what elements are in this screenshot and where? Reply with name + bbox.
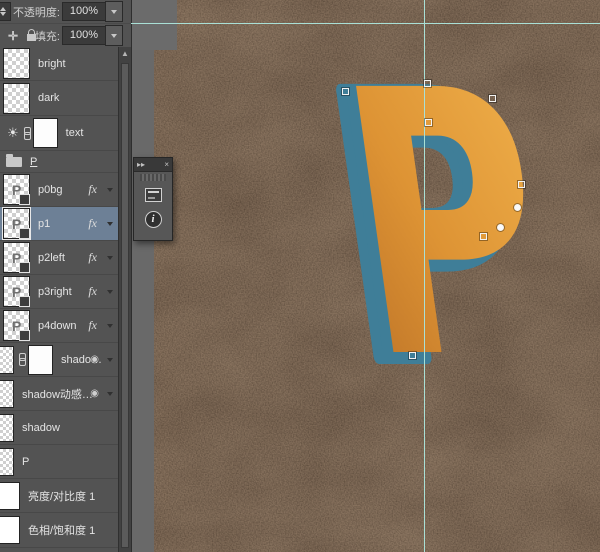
layer-row-P-layer[interactable]: P: [0, 445, 119, 479]
dock-header: ▸▸ ×: [134, 158, 172, 172]
layer-row-bright[interactable]: bright: [0, 47, 119, 81]
anchor-point[interactable]: [489, 95, 496, 102]
floating-panel-dock: ▸▸ × i: [133, 157, 173, 241]
anchor-point[interactable]: [514, 204, 521, 211]
smart-object-badge-icon: [19, 296, 30, 307]
layers-scrollbar[interactable]: ▲: [118, 47, 131, 552]
mask-link-icon[interactable]: [18, 353, 25, 366]
folder-icon: [6, 157, 22, 167]
effects-collapse-icon[interactable]: [107, 324, 113, 331]
clone-source-panel-button[interactable]: [140, 184, 166, 206]
smart-object-thumbnail[interactable]: P: [3, 276, 30, 307]
anchor-point[interactable]: [424, 80, 431, 87]
effects-collapse-icon[interactable]: [107, 290, 113, 297]
layer-row-p2left[interactable]: P p2left fx: [0, 241, 119, 275]
smart-filter-icon[interactable]: ◉: [90, 388, 99, 399]
layer-row-shadow-motion[interactable]: shadow动感… ◉: [0, 377, 119, 411]
layer-effects-label[interactable]: fx: [88, 182, 97, 197]
layer-effects-label[interactable]: fx: [88, 284, 97, 299]
smart-object-badge-icon: [19, 228, 30, 239]
fill-dropdown-button[interactable]: [105, 25, 123, 46]
layer-mask-thumbnail[interactable]: [33, 118, 58, 148]
smart-filter-icon[interactable]: ◉: [90, 354, 99, 365]
layer-thumbnail-clipped[interactable]: [0, 414, 14, 442]
smart-object-thumbnail[interactable]: P: [3, 310, 30, 341]
layer-group-row-P[interactable]: P: [0, 151, 119, 173]
layers-panel: 不透明度: 100% ✛ 填充: 100% bright dark ☀: [0, 0, 131, 552]
opacity-row: 不透明度: 100%: [0, 0, 131, 24]
adjustment-icon: ☀: [7, 125, 19, 141]
layer-thumbnail[interactable]: [3, 83, 30, 114]
layer-effects-label[interactable]: fx: [88, 216, 97, 231]
expand-panels-icon[interactable]: ▸▸: [137, 161, 145, 169]
clone-source-panel-icon: [145, 188, 162, 202]
layer-mask-thumbnail[interactable]: [28, 345, 53, 375]
scrollbar-thumb[interactable]: [121, 63, 129, 548]
adjustment-layer-thumbnail[interactable]: [0, 516, 20, 544]
layer-row-p3right[interactable]: P p3right fx: [0, 275, 119, 309]
layer-row-shadow[interactable]: shadow: [0, 411, 119, 445]
opacity-value[interactable]: 100%: [62, 2, 106, 21]
anchor-point[interactable]: [409, 352, 416, 359]
anchor-point[interactable]: [497, 224, 504, 231]
opacity-label: 不透明度:: [4, 4, 60, 20]
layer-effects-label[interactable]: fx: [88, 318, 97, 333]
anchor-point[interactable]: [425, 119, 432, 126]
smart-object-thumbnail[interactable]: P: [3, 174, 30, 205]
document-canvas[interactable]: P P: [131, 0, 600, 552]
layer-row-p0bg[interactable]: P p0bg fx: [0, 173, 119, 207]
layer-row-text[interactable]: ☀ text: [0, 116, 119, 151]
info-panel-button[interactable]: i: [140, 208, 166, 230]
effects-collapse-icon[interactable]: [107, 392, 113, 399]
layer-row-p1-selected[interactable]: P p1 fx: [0, 207, 119, 241]
smart-object-badge-icon: [19, 194, 30, 205]
effects-collapse-icon[interactable]: [107, 188, 113, 195]
layer-row-dark[interactable]: dark: [0, 81, 119, 116]
anchor-point[interactable]: [342, 88, 349, 95]
opacity-dropdown-button[interactable]: [105, 1, 123, 22]
smart-object-badge-icon: [19, 330, 30, 341]
collapsed-dock-column: [131, 0, 154, 552]
smart-object-thumbnail[interactable]: P: [3, 208, 30, 239]
layer-row-shadow-truncated[interactable]: shado… ◉: [0, 343, 119, 377]
layers-list: bright dark ☀ text P P p0: [0, 47, 119, 552]
adjustment-layer-thumbnail[interactable]: [0, 482, 20, 510]
layer-thumbnail-clipped[interactable]: [0, 346, 14, 374]
scroll-up-icon[interactable]: ▲: [119, 47, 131, 60]
horizontal-guide[interactable]: [131, 23, 600, 24]
effects-collapse-icon[interactable]: [107, 358, 113, 365]
anchor-point[interactable]: [480, 233, 487, 240]
collapsed-dock-column-top: [131, 0, 177, 50]
effects-collapse-icon[interactable]: [107, 256, 113, 263]
close-icon[interactable]: ×: [164, 161, 169, 169]
layer-thumbnail[interactable]: [3, 48, 30, 79]
fill-label: 填充:: [4, 28, 60, 44]
dock-grip[interactable]: [140, 174, 166, 181]
layer-row-brightness-contrast[interactable]: 亮度/对比度 1: [0, 479, 119, 513]
fill-value[interactable]: 100%: [62, 26, 106, 45]
layer-effects-label[interactable]: fx: [88, 250, 97, 265]
layer-thumbnail-clipped[interactable]: [0, 380, 14, 408]
mask-link-icon[interactable]: [23, 127, 30, 140]
info-icon: i: [145, 211, 162, 228]
anchor-point[interactable]: [518, 181, 525, 188]
layer-row-p4down[interactable]: P p4down fx: [0, 309, 119, 343]
layer-row-hue-saturation[interactable]: 色相/饱和度 1: [0, 513, 119, 548]
photoshop-workspace: P P ▸▸ × i 不透明度: 100% ✛: [0, 0, 600, 552]
effects-collapse-icon[interactable]: [107, 222, 113, 229]
fill-row: ✛ 填充: 100%: [0, 24, 131, 48]
smart-object-thumbnail[interactable]: P: [3, 242, 30, 273]
layer-thumbnail-clipped[interactable]: [0, 448, 14, 476]
smart-object-badge-icon: [19, 262, 30, 273]
